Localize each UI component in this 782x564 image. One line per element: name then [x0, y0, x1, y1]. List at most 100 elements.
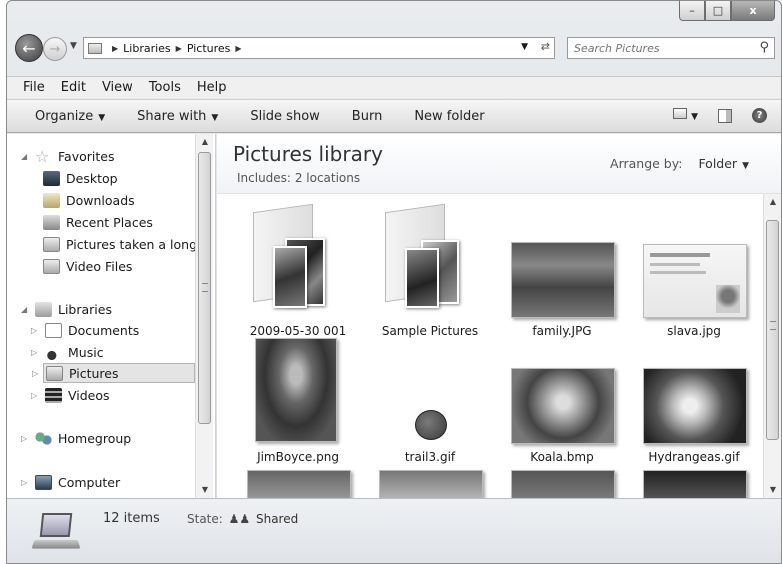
file-item[interactable]: Koala.bmp	[497, 338, 627, 478]
maximize-button[interactable]: □	[705, 1, 731, 21]
breadcrumb-libraries[interactable]: Libraries	[123, 42, 171, 55]
nav-item-video-files[interactable]: Video Files	[43, 256, 132, 276]
change-view-button[interactable]: ▼	[672, 108, 698, 123]
file-name: trail3.gif	[404, 450, 456, 464]
chevron-right-icon[interactable]: ▶	[235, 44, 241, 53]
help-icon[interactable]: ?	[752, 108, 767, 123]
nav-label: Documents	[68, 322, 140, 338]
file-item[interactable]: family.JPG	[497, 202, 627, 342]
nav-favorites[interactable]: ◢ ☆ Favorites	[21, 146, 114, 166]
minimize-button[interactable]: –	[679, 1, 705, 21]
address-row: ← → ▼ ▶ Libraries ▶ Pictures ▶ ▼ ⇄ ⚲	[15, 34, 775, 62]
address-dropdown[interactable]: ▼	[521, 42, 528, 52]
laptop-icon	[31, 513, 81, 551]
image-thumbnail[interactable]	[379, 470, 483, 498]
organize-button[interactable]: Organize ▼	[35, 109, 105, 124]
close-button[interactable]: x	[731, 1, 775, 21]
item-count: 12 items	[103, 511, 160, 526]
file-item[interactable]: 2009-05-30 001	[233, 202, 363, 342]
expand-icon[interactable]: ◢	[21, 305, 31, 314]
address-bar[interactable]: ▶ Libraries ▶ Pictures ▶ ▼ ⇄	[83, 37, 555, 59]
scroll-thumb[interactable]	[198, 152, 211, 424]
file-name: Hydrangeas.gif	[648, 450, 740, 464]
search-box[interactable]: ⚲	[567, 37, 775, 59]
chevron-down-icon: ▼	[742, 161, 749, 171]
file-name: slava.jpg	[667, 324, 721, 338]
collapse-icon[interactable]: ▷	[31, 348, 41, 357]
image-thumbnail[interactable]	[247, 470, 351, 498]
chevron-down-icon: ▼	[691, 112, 698, 122]
library-header: Pictures library Includes: 2 locations A…	[217, 134, 781, 194]
scroll-down-icon[interactable]: ▼	[196, 482, 214, 498]
locations-link[interactable]: 2 locations	[295, 171, 360, 185]
content-scrollbar[interactable]: ▲ ▼	[763, 194, 781, 498]
expand-icon[interactable]: ◢	[21, 152, 31, 161]
back-button[interactable]: ←	[15, 34, 43, 62]
collapse-icon[interactable]: ▷	[31, 326, 41, 335]
collapse-icon[interactable]: ▷	[21, 478, 31, 487]
arrange-dropdown[interactable]: Folder ▼	[698, 156, 749, 171]
file-item[interactable]: Hydrangeas.gif	[629, 338, 759, 478]
share-with-label: Share with	[137, 108, 207, 124]
menu-help[interactable]: Help	[195, 79, 229, 96]
arrange-by: Arrange by: Folder ▼	[610, 156, 749, 171]
file-name: 2009-05-30 001	[249, 324, 347, 338]
search-input[interactable]	[568, 38, 738, 58]
forward-button[interactable]: →	[43, 37, 67, 61]
file-item[interactable]: trail3.gif	[365, 338, 495, 478]
burn-button[interactable]: Burn	[352, 109, 383, 124]
libraries-icon	[35, 301, 52, 317]
folder-preview-image	[405, 248, 439, 308]
nav-item-videos[interactable]: ▷ Videos	[31, 385, 110, 405]
scroll-down-icon[interactable]: ▼	[764, 482, 781, 498]
image-thumbnail[interactable]	[511, 470, 615, 498]
nav-item-saved-search[interactable]: Pictures taken a long	[43, 234, 197, 254]
chevron-right-icon[interactable]: ▶	[176, 44, 182, 53]
nav-label: Music	[68, 344, 104, 360]
search-icon[interactable]: ⚲	[759, 40, 769, 55]
menu-view[interactable]: View	[100, 79, 135, 96]
image-thumbnail[interactable]	[643, 470, 747, 498]
nav-label: Downloads	[66, 192, 135, 208]
share-state: State: ♟♟ Shared	[187, 512, 298, 526]
nav-computer[interactable]: ▷ Computer	[21, 472, 120, 492]
scroll-thumb[interactable]	[766, 220, 779, 440]
image-thumbnail	[255, 338, 337, 442]
homegroup-icon	[35, 430, 52, 446]
preview-pane-icon[interactable]	[718, 108, 732, 123]
menu-bar: File Edit View Tools Help	[7, 76, 781, 98]
menu-edit[interactable]: Edit	[59, 79, 88, 96]
breadcrumb-pictures[interactable]: Pictures	[187, 42, 231, 55]
nav-item-desktop[interactable]: Desktop	[43, 168, 118, 188]
share-with-button[interactable]: Share with ▼	[137, 109, 218, 124]
nav-item-music[interactable]: ▷ Music	[31, 342, 104, 362]
new-folder-button[interactable]: New folder	[414, 109, 484, 124]
grip-icon	[770, 321, 776, 330]
file-item[interactable]: slava.jpg	[629, 202, 759, 342]
collapse-icon[interactable]: ▷	[32, 369, 42, 378]
menu-tools[interactable]: Tools	[147, 79, 183, 96]
file-item[interactable]: Sample Pictures	[365, 202, 495, 342]
file-item[interactable]: JimBoyce.png	[233, 338, 363, 478]
scroll-up-icon[interactable]: ▲	[196, 134, 214, 150]
nav-item-pictures[interactable]: ▷ Pictures	[32, 363, 195, 383]
chevron-right-icon[interactable]: ▶	[112, 44, 118, 53]
nav-item-downloads[interactable]: Downloads	[43, 190, 135, 210]
nav-label: Favorites	[58, 148, 115, 164]
slide-show-button[interactable]: Slide show	[250, 109, 319, 124]
laptop-screen	[39, 513, 73, 537]
refresh-icon[interactable]: ⇄	[541, 40, 550, 53]
recent-pages-dropdown[interactable]: ▼	[70, 41, 77, 51]
menu-file[interactable]: File	[21, 79, 47, 96]
collapse-icon[interactable]: ▷	[21, 434, 31, 443]
scroll-up-icon[interactable]: ▲	[764, 194, 781, 210]
saved-search-icon	[43, 236, 60, 252]
collapse-icon[interactable]: ▷	[31, 391, 41, 400]
nav-label: Libraries	[58, 301, 112, 317]
nav-homegroup[interactable]: ▷ Homegroup	[21, 428, 131, 448]
nav-item-recent-places[interactable]: Recent Places	[43, 212, 153, 232]
nav-item-documents[interactable]: ▷ Documents	[31, 320, 139, 340]
folder-icon	[88, 42, 102, 54]
nav-scrollbar[interactable]: ▲ ▼	[195, 134, 213, 498]
nav-libraries[interactable]: ◢ Libraries	[21, 299, 112, 319]
